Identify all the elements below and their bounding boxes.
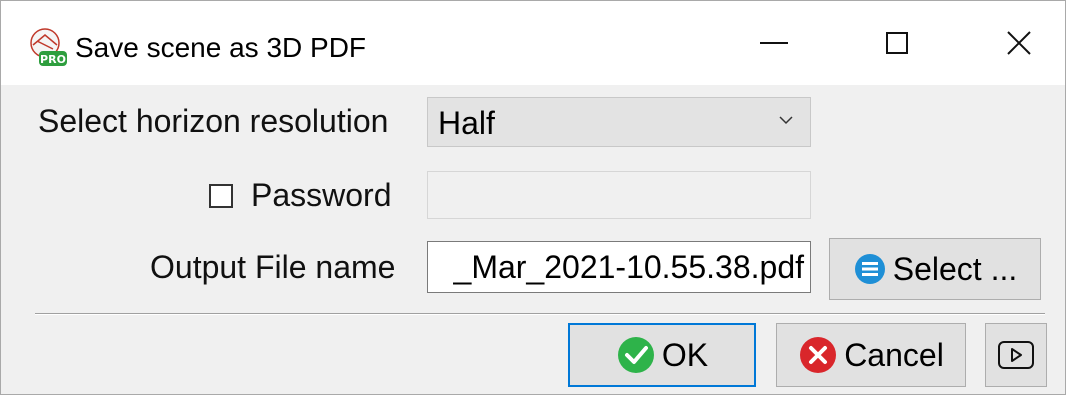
title-bar[interactable]: PRO Save scene as 3D PDF — [1, 1, 1065, 85]
select-button-label: Select ... — [892, 250, 1018, 287]
cancel-button[interactable]: Cancel — [776, 323, 966, 387]
check-icon — [617, 337, 654, 373]
close-button[interactable] — [959, 1, 1066, 85]
resolution-select[interactable]: Half — [427, 97, 811, 147]
pro-app-icon: PRO — [25, 27, 69, 67]
password-input[interactable] — [427, 171, 811, 219]
close-icon — [1007, 31, 1031, 55]
minimize-icon — [760, 42, 788, 44]
ok-button[interactable]: OK — [568, 323, 756, 387]
cancel-icon — [800, 337, 837, 373]
output-file-value: _Mar_2021-10.55.38.pdf — [453, 249, 804, 285]
list-icon — [854, 254, 885, 284]
resolution-value: Half — [438, 105, 495, 141]
separator — [35, 313, 1045, 315]
maximize-button[interactable] — [837, 1, 957, 85]
password-label[interactable]: Password — [251, 177, 392, 214]
minimize-button[interactable] — [714, 1, 834, 85]
select-file-button[interactable]: Select ... — [829, 238, 1041, 300]
resolution-label: Select horizon resolution — [38, 103, 389, 139]
password-checkbox[interactable] — [209, 184, 233, 208]
output-file-label: Output File name — [150, 249, 396, 285]
window-title: Save scene as 3D PDF — [75, 32, 367, 63]
play-icon — [998, 341, 1034, 369]
ok-button-label: OK — [661, 336, 709, 373]
maximize-icon — [886, 32, 908, 54]
cancel-button-label: Cancel — [844, 336, 944, 373]
svg-text:PRO: PRO — [40, 53, 66, 66]
chevron-down-icon — [779, 116, 793, 125]
output-file-input[interactable]: _Mar_2021-10.55.38.pdf — [427, 241, 811, 293]
more-options-button[interactable] — [985, 323, 1047, 387]
dialog-window: PRO Save scene as 3D PDF Select horizon … — [0, 0, 1066, 395]
